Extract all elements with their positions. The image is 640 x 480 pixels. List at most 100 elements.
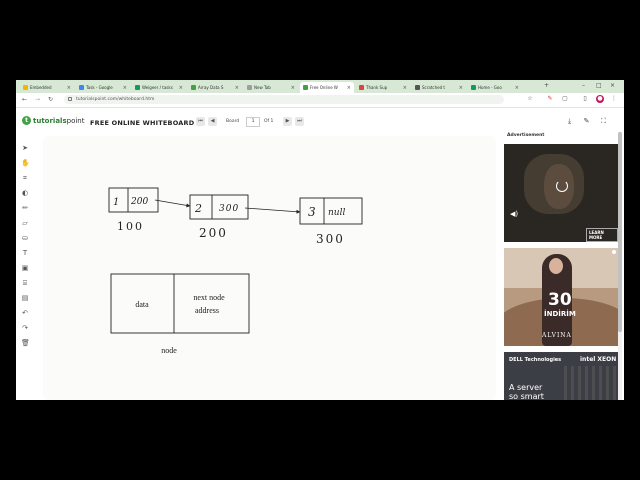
browser-tab[interactable]: Array Data S × (188, 82, 242, 93)
server-image (564, 366, 618, 400)
page-scrollbar[interactable] (618, 132, 622, 400)
fullscreen-icon[interactable]: ⛶ (599, 117, 608, 126)
tab-favicon-icon (79, 85, 84, 90)
scrollbar-thumb[interactable] (618, 132, 622, 332)
profile-avatar-icon[interactable]: ● (596, 95, 604, 103)
tab-close-icon[interactable]: × (347, 85, 351, 91)
address-bar: ← → ↻ tutorialspoint.com/whiteboard.htm … (16, 93, 624, 108)
next-field-label-line1: next node (193, 293, 225, 302)
browser-tab[interactable]: Home - Goo × (468, 82, 522, 93)
extensions-icon[interactable]: ▢ (561, 95, 569, 103)
tab-favicon-icon (359, 85, 364, 90)
node3-address: 300 (316, 232, 345, 246)
page-total-label: Of 1 (264, 119, 274, 124)
ad-label: Advertisement (507, 133, 545, 138)
text-tool-icon[interactable]: T (21, 249, 29, 257)
pencil-icon[interactable]: ✏ (21, 204, 29, 212)
trash-icon[interactable]: 🗑 (21, 339, 30, 347)
tab-favicon-icon (191, 85, 196, 90)
reload-icon[interactable]: ↻ (48, 96, 53, 103)
tab-label: Thank Sup (366, 85, 388, 90)
eraser-icon[interactable]: ▱ (21, 219, 29, 227)
brand-name: ALVINA (542, 332, 572, 339)
tab-close-icon[interactable]: × (459, 85, 463, 91)
tab-favicon-icon (303, 85, 308, 90)
color-palette-icon[interactable]: ◐ (21, 189, 29, 197)
last-page-button[interactable]: ⏭ (295, 117, 304, 126)
sidepanel-icon[interactable]: ▯ (581, 95, 589, 103)
prev-page-button[interactable]: ◀ (208, 117, 217, 126)
window-close-button[interactable]: × (610, 82, 615, 89)
undo-icon[interactable]: ↶ (21, 309, 29, 317)
tab-label: New Tab (254, 85, 271, 90)
url-field[interactable]: tutorialspoint.com/whiteboard.htm (64, 95, 504, 104)
new-tab-button[interactable]: + (544, 82, 549, 89)
logo-text: tutorialspoint (33, 116, 85, 125)
discount-label: İNDİRİM (544, 310, 576, 318)
node1-next: 200 (130, 197, 148, 207)
replay-icon[interactable] (556, 180, 568, 192)
whiteboard-drawing: 1 200 100 2 300 200 3 null 300 data next… (108, 187, 363, 355)
mute-icon[interactable]: ◀) (510, 210, 518, 218)
next-page-button[interactable]: ▶ (283, 117, 292, 126)
page-title: FREE ONLINE WHITEBOARD (90, 119, 195, 127)
browser-tab[interactable]: Free Online W × (300, 82, 354, 93)
tab-favicon-icon (471, 85, 476, 90)
node2-address: 200 (199, 226, 228, 240)
back-icon[interactable]: ← (22, 96, 27, 103)
intel-logo: intel XEON (580, 356, 617, 363)
node1-value: 1 (113, 197, 119, 208)
url-text: tutorialspoint.com/whiteboard.htm (76, 97, 155, 102)
learn-more-button[interactable]: LEARN MORE (586, 228, 618, 242)
download-icon[interactable]: ⤓ (565, 117, 574, 126)
pen-extension-icon[interactable]: ✎ (546, 95, 554, 103)
tab-close-icon[interactable]: × (291, 85, 295, 91)
select-cursor-icon[interactable]: ➤ (21, 144, 29, 152)
tab-close-icon[interactable]: × (515, 85, 519, 91)
server-ad[interactable]: DELL Technologies intel XEON A server so … (504, 352, 618, 400)
fill-bucket-icon[interactable]: ⛀ (21, 234, 29, 242)
first-page-button[interactable]: ⏮ (196, 117, 205, 126)
node3-value: 3 (308, 205, 316, 219)
shapes-icon[interactable]: ⌸ (21, 279, 29, 287)
image-icon[interactable]: ▣ (21, 264, 29, 272)
tutorialspoint-logo[interactable]: t tutorialspoint (22, 116, 85, 125)
browser-tab[interactable]: Embedded × (20, 82, 74, 93)
ad-column: Advertisement ◀) LEARN MORE 30 İNDİRİM A… (503, 132, 619, 400)
browser-tab[interactable]: Weigeer / tasks × (132, 82, 186, 93)
menu-kebab-icon[interactable]: ⋮ (610, 95, 618, 103)
tab-close-icon[interactable]: × (67, 85, 71, 91)
discount-number: 30 (548, 290, 572, 310)
pointer-arrow-2 (244, 207, 301, 214)
data-field-label: data (135, 300, 149, 309)
ad-info-icon[interactable] (612, 250, 616, 254)
crop-icon[interactable]: ⌗ (21, 174, 29, 182)
browser-tab[interactable]: New Tab × (244, 82, 298, 93)
node1-address: 100 (117, 220, 144, 233)
page-number-input[interactable]: 1 (246, 117, 260, 127)
browser-tab[interactable]: Thank Sup × (356, 82, 410, 93)
tab-close-icon[interactable]: × (123, 85, 127, 91)
hand-pan-icon[interactable]: ✋ (21, 159, 30, 167)
node2-next: 300 (219, 204, 239, 214)
maximize-button[interactable]: □ (596, 82, 602, 89)
browser-tab[interactable]: Scratched t × (412, 82, 466, 93)
fashion-ad[interactable]: 30 İNDİRİM ALVINA (504, 248, 618, 346)
video-ad[interactable]: ◀) LEARN MORE (504, 144, 618, 242)
minimize-button[interactable]: – (582, 82, 585, 89)
tab-label: Scratched t (422, 85, 445, 90)
node3-next: null (328, 208, 345, 218)
pointer-arrow-1 (154, 199, 191, 208)
tab-close-icon[interactable]: × (403, 85, 407, 91)
next-field-label-line2: address (195, 306, 219, 315)
browser-tab[interactable]: Task - Google × (76, 82, 130, 93)
tab-favicon-icon (247, 85, 252, 90)
redo-icon[interactable]: ↷ (21, 324, 29, 332)
tab-close-icon[interactable]: × (235, 85, 239, 91)
bookmark-star-icon[interactable]: ☆ (526, 95, 534, 103)
forward-icon[interactable]: → (35, 96, 40, 103)
whiteboard-canvas[interactable]: 1 200 100 2 300 200 3 null 300 data next… (43, 136, 496, 400)
edit-icon[interactable]: ✎ (582, 117, 591, 126)
screen-share-icon[interactable]: ▤ (21, 294, 29, 302)
tab-close-icon[interactable]: × (179, 85, 183, 91)
